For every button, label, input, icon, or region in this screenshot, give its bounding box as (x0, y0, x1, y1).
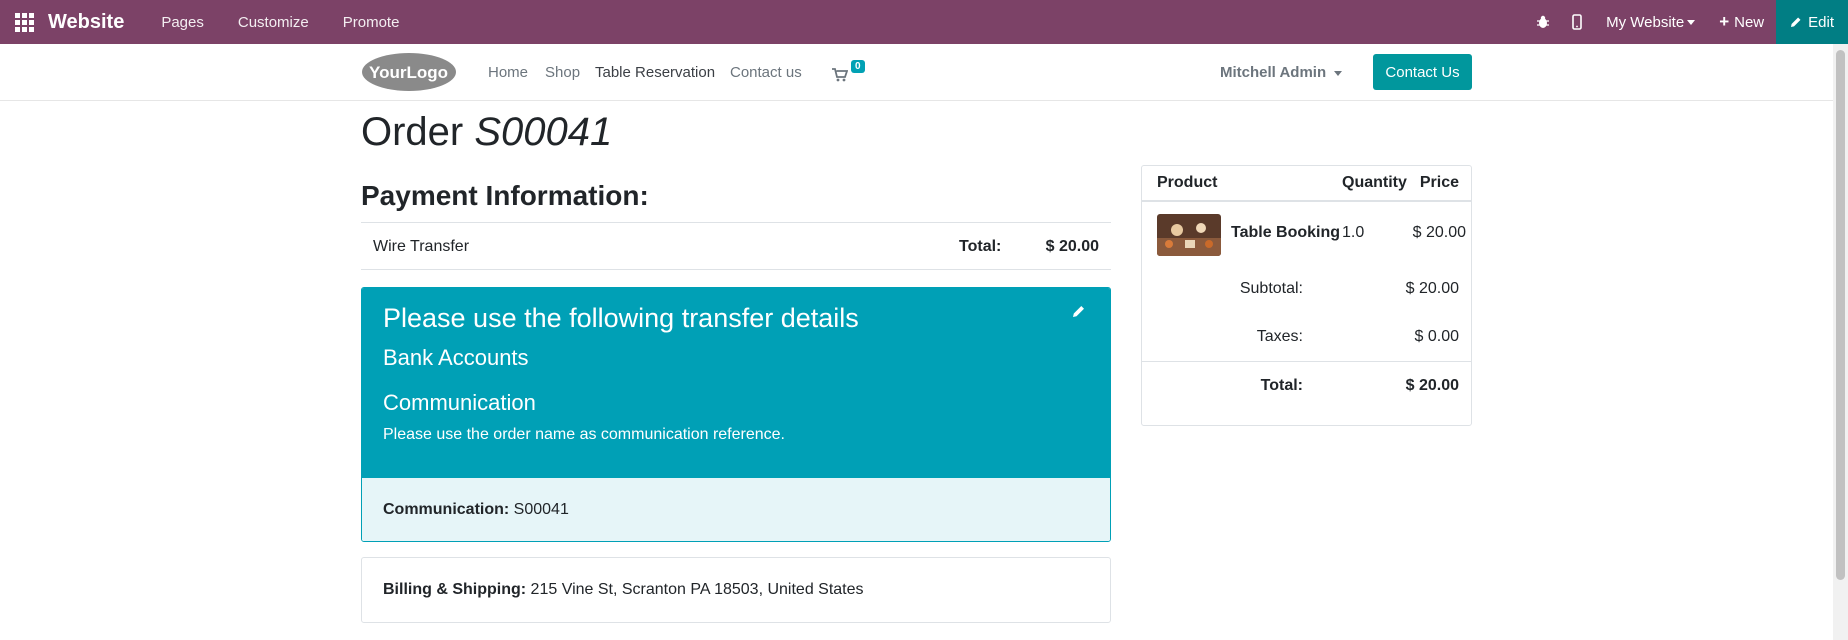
nav-table-reservation[interactable]: Table Reservation (595, 64, 715, 81)
order-summary-card: Product Quantity Price Table Booking 1.0… (1141, 165, 1472, 426)
communication-reference: Communication: S00041 (362, 477, 1110, 541)
app-brand[interactable]: Website (48, 11, 124, 34)
logo-text: YourLogo (369, 63, 448, 82)
billing-label: Billing & Shipping: (383, 581, 527, 598)
admin-bar: Website Pages Customize Promote My Websi… (0, 0, 1848, 44)
payment-method: Wire Transfer (373, 238, 470, 255)
cart-link[interactable]: 0 (832, 60, 872, 84)
communication-instruction: Please use the order name as communicati… (383, 426, 785, 443)
column-header-price: Price (1419, 174, 1459, 191)
cart-count-badge: 0 (851, 60, 865, 73)
taxes-label: Taxes: (1256, 328, 1303, 345)
product-quantity: 1.0 (1342, 224, 1365, 241)
mobile-preview-icon[interactable] (1560, 0, 1594, 44)
product-name[interactable]: Table Booking (1231, 224, 1340, 242)
user-menu[interactable]: Mitchell Admin (1220, 64, 1343, 81)
edit-label: Edit (1808, 13, 1834, 31)
communication-heading: Communication (383, 390, 536, 415)
column-header-product: Product (1157, 174, 1218, 191)
page-title: Order S00041 (361, 110, 612, 155)
nav-shop[interactable]: Shop (545, 64, 580, 81)
chevron-down-icon (1334, 70, 1343, 76)
edit-button[interactable]: Edit (1776, 0, 1848, 44)
subtotal-label: Subtotal: (1239, 280, 1303, 297)
billing-address: 215 Vine St, Scranton PA 18503, United S… (530, 581, 864, 598)
user-name: Mitchell Admin (1220, 64, 1327, 81)
total-value: $ 20.00 (1405, 377, 1459, 394)
vertical-scrollbar[interactable] (1833, 44, 1848, 640)
debug-bug-icon[interactable] (1526, 0, 1560, 44)
site-logo[interactable]: YourLogo (361, 52, 457, 92)
taxes-value: $ 0.00 (1414, 328, 1459, 345)
product-price: $ 20.00 (1412, 224, 1466, 241)
divider (1142, 200, 1471, 202)
nav-home[interactable]: Home (488, 64, 528, 81)
my-website-label: My Website (1606, 13, 1685, 31)
new-button[interactable]: + New (1707, 0, 1776, 44)
payment-total-label: Total: (959, 238, 1002, 255)
shopping-cart-icon (832, 68, 848, 82)
apps-menu-icon[interactable] (0, 0, 48, 44)
total-label: Total: (1260, 377, 1303, 394)
my-website-dropdown[interactable]: My Website (1594, 0, 1707, 44)
contact-us-button[interactable]: Contact Us (1373, 54, 1472, 90)
communication-value: S00041 (513, 501, 569, 518)
transfer-title: Please use the following transfer detail… (383, 303, 859, 333)
menu-customize[interactable]: Customize (221, 14, 326, 31)
chevron-down-icon (1687, 19, 1696, 25)
communication-label: Communication: (383, 501, 510, 518)
product-image (1157, 214, 1221, 256)
edit-pencil-icon[interactable] (1072, 304, 1086, 318)
new-label: New (1734, 13, 1765, 31)
subtotal-value: $ 20.00 (1405, 280, 1459, 297)
payment-total-value: $ 20.00 (1045, 238, 1099, 255)
bank-accounts-heading: Bank Accounts (383, 345, 529, 370)
billing-shipping-card: Billing & Shipping: 215 Vine St, Scranto… (361, 557, 1111, 623)
order-number: S00041 (474, 110, 613, 154)
order-prefix: Order (361, 110, 464, 154)
payment-heading: Payment Information: (361, 180, 649, 211)
transfer-details-header: Please use the following transfer detail… (362, 288, 1110, 477)
admin-bar-right: My Website + New Edit (1526, 0, 1848, 44)
scrollbar-thumb[interactable] (1836, 50, 1845, 580)
site-header: YourLogo Home Shop Table Reservation Con… (0, 44, 1848, 101)
divider (1142, 361, 1471, 362)
nav-contact-us[interactable]: Contact us (730, 64, 802, 81)
pencil-icon (1791, 17, 1801, 27)
plus-icon: + (1719, 12, 1730, 31)
payment-row: Wire Transfer Total: $ 20.00 (361, 222, 1111, 270)
column-header-quantity: Quantity (1342, 174, 1407, 191)
menu-pages[interactable]: Pages (144, 14, 221, 31)
menu-promote[interactable]: Promote (326, 14, 417, 31)
transfer-details-panel: Please use the following transfer detail… (361, 287, 1111, 542)
